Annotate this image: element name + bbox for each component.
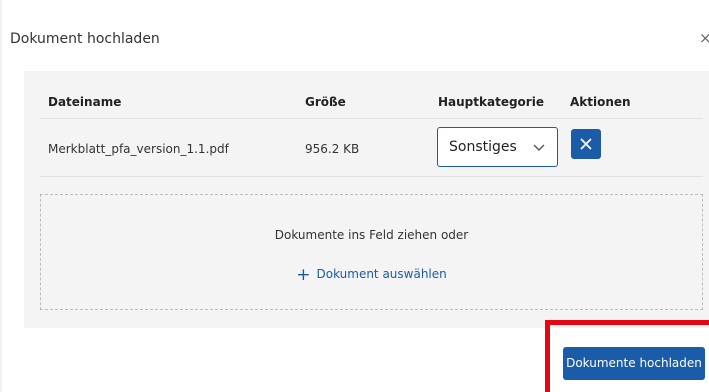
category-select-value: Sonstiges [449, 139, 517, 155]
chevron-down-icon [533, 144, 545, 151]
modal-title: Dokument hochladen [10, 31, 160, 47]
category-select[interactable]: Sonstiges [437, 127, 558, 167]
upload-documents-button[interactable]: Dokumente hochladen [563, 347, 705, 380]
close-icon[interactable]: × [699, 30, 709, 46]
plus-icon: + [296, 265, 311, 285]
header-divider [40, 118, 703, 119]
dropzone-text: Dokumente ins Feld ziehen oder [274, 228, 469, 242]
row-divider [40, 176, 703, 177]
column-header-filename: Dateiname [48, 95, 122, 109]
column-header-actions: Aktionen [570, 95, 631, 109]
choose-document-link[interactable]: + Dokument auswählen [41, 265, 702, 285]
column-header-category: Hauptkategorie [438, 95, 544, 109]
upload-dialog: Dokument hochladen × Dateiname Größe Hau… [0, 0, 709, 392]
upload-panel: Dateiname Größe Hauptkategorie Aktionen … [24, 71, 709, 328]
file-dropzone[interactable]: Dokumente ins Feld ziehen oder + Dokument… [40, 194, 703, 310]
close-icon [580, 138, 592, 150]
file-size: 956.2 KB [305, 142, 360, 156]
choose-document-label: Dokument auswählen [316, 267, 447, 281]
left-edge-divider [0, 0, 2, 392]
file-name: Merkblatt_pfa_version_1.1.pdf [48, 142, 229, 156]
column-header-size: Größe [305, 95, 346, 109]
remove-file-button[interactable] [571, 129, 601, 159]
